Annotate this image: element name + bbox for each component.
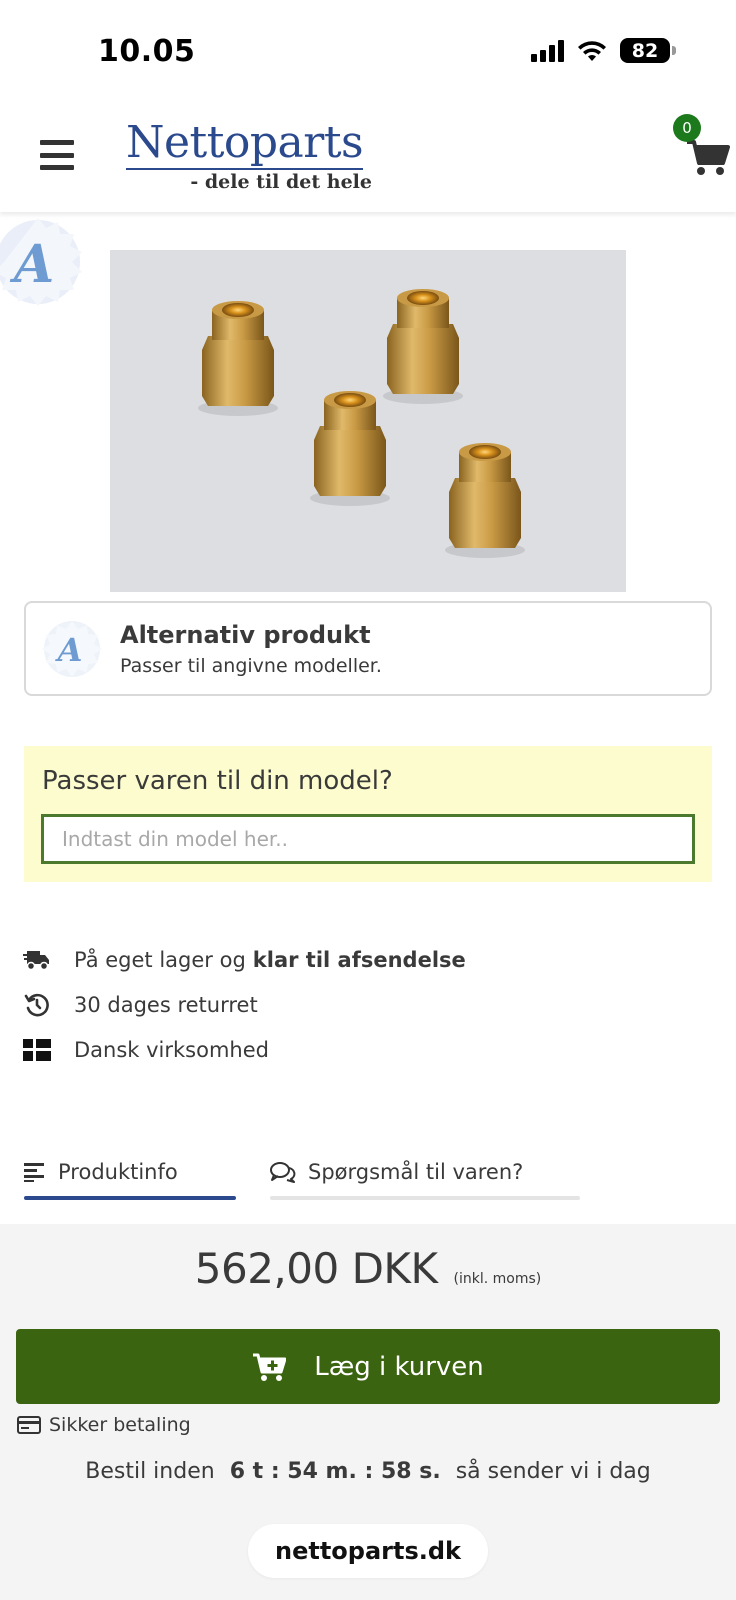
battery-icon: 82 — [620, 38, 676, 63]
add-to-cart-button[interactable]: Læg i kurven — [16, 1329, 720, 1404]
alternative-seal-icon: A — [0, 218, 82, 306]
site-header: Nettoparts - dele til det hele — [0, 100, 736, 212]
model-search-input[interactable] — [41, 814, 695, 864]
browser-url-bar[interactable]: nettoparts.dk — [248, 1524, 488, 1578]
tab-label: Produktinfo — [58, 1160, 178, 1184]
nozzle — [198, 301, 278, 416]
usp-bold-text: klar til afsendelse — [252, 948, 466, 972]
usp-text: På eget lager og — [74, 948, 246, 972]
nozzle — [310, 391, 390, 506]
alternative-subtitle: Passer til angivne modeller. — [120, 655, 382, 677]
deadline-suffix: så sender vi i dag — [455, 1459, 651, 1484]
product-image[interactable] — [110, 250, 626, 592]
secure-payment: Sikker betaling — [17, 1414, 191, 1436]
product-price: 562,00 DKK — [194, 1244, 438, 1293]
tab-produktinfo[interactable]: Produktinfo — [24, 1146, 178, 1198]
shipping-deadline: Bestil inden 6 t : 54 m. : 58 s. så send… — [0, 1459, 736, 1484]
nozzle — [445, 443, 525, 558]
purchase-panel: 562,00 DKK (inkl. moms) Læg i kurven Sik… — [0, 1224, 736, 1600]
cellular-signal-icon — [531, 39, 564, 62]
hamburger-icon — [40, 140, 74, 145]
list-icon — [24, 1163, 44, 1182]
add-to-cart-label: Læg i kurven — [314, 1351, 484, 1382]
price-row: 562,00 DKK (inkl. moms) — [0, 1244, 736, 1293]
usp-danish: Dansk virksomhed — [22, 1037, 269, 1063]
tab-label: Spørgsmål til varen? — [308, 1160, 524, 1184]
tab-active-indicator — [24, 1196, 236, 1200]
hamburger-menu-button[interactable] — [40, 140, 74, 170]
model-check-panel: Passer varen til din model? — [24, 746, 712, 882]
cart-plus-icon — [253, 1353, 287, 1381]
credit-card-icon — [17, 1416, 41, 1434]
model-check-title: Passer varen til din model? — [42, 766, 393, 796]
deadline-prefix: Bestil inden — [85, 1459, 215, 1484]
cart-button[interactable] — [686, 138, 730, 178]
usp-text: Dansk virksomhed — [74, 1038, 269, 1062]
logo-name: Nettoparts — [126, 117, 364, 170]
svg-text:A: A — [9, 234, 54, 295]
alternative-product-notice: A Alternativ produkt Passer til angivne … — [24, 601, 712, 696]
logo-tagline: - dele til det hele — [190, 171, 372, 193]
delivery-truck-icon — [22, 947, 52, 973]
deadline-countdown: 6 t : 54 m. : 58 s. — [229, 1459, 441, 1484]
flag-icon — [22, 1037, 52, 1063]
usp-stock: På eget lager og klar til afsendelse — [22, 947, 466, 973]
status-icons: 82 — [531, 38, 676, 63]
tab-questions[interactable]: Spørgsmål til varen? — [270, 1146, 523, 1198]
nozzle — [383, 289, 463, 404]
svg-text:A: A — [55, 631, 83, 669]
status-bar: 10.05 82 — [0, 0, 736, 100]
chat-icon — [270, 1162, 296, 1183]
tab-inactive-indicator — [270, 1196, 580, 1200]
history-icon — [22, 992, 52, 1018]
vat-note: (inkl. moms) — [453, 1271, 542, 1287]
site-logo[interactable]: Nettoparts - dele til det hele — [126, 118, 376, 193]
cart-icon — [687, 140, 730, 175]
wifi-icon — [578, 40, 606, 61]
secure-payment-label: Sikker betaling — [49, 1414, 191, 1436]
usp-text: 30 dages returret — [74, 993, 258, 1017]
alternative-seal-icon: A — [42, 621, 102, 677]
cart-count-badge: 0 — [673, 114, 701, 142]
usp-returns: 30 dages returret — [22, 992, 258, 1018]
status-time: 10.05 — [98, 34, 196, 69]
alternative-title: Alternativ produkt — [120, 621, 371, 649]
